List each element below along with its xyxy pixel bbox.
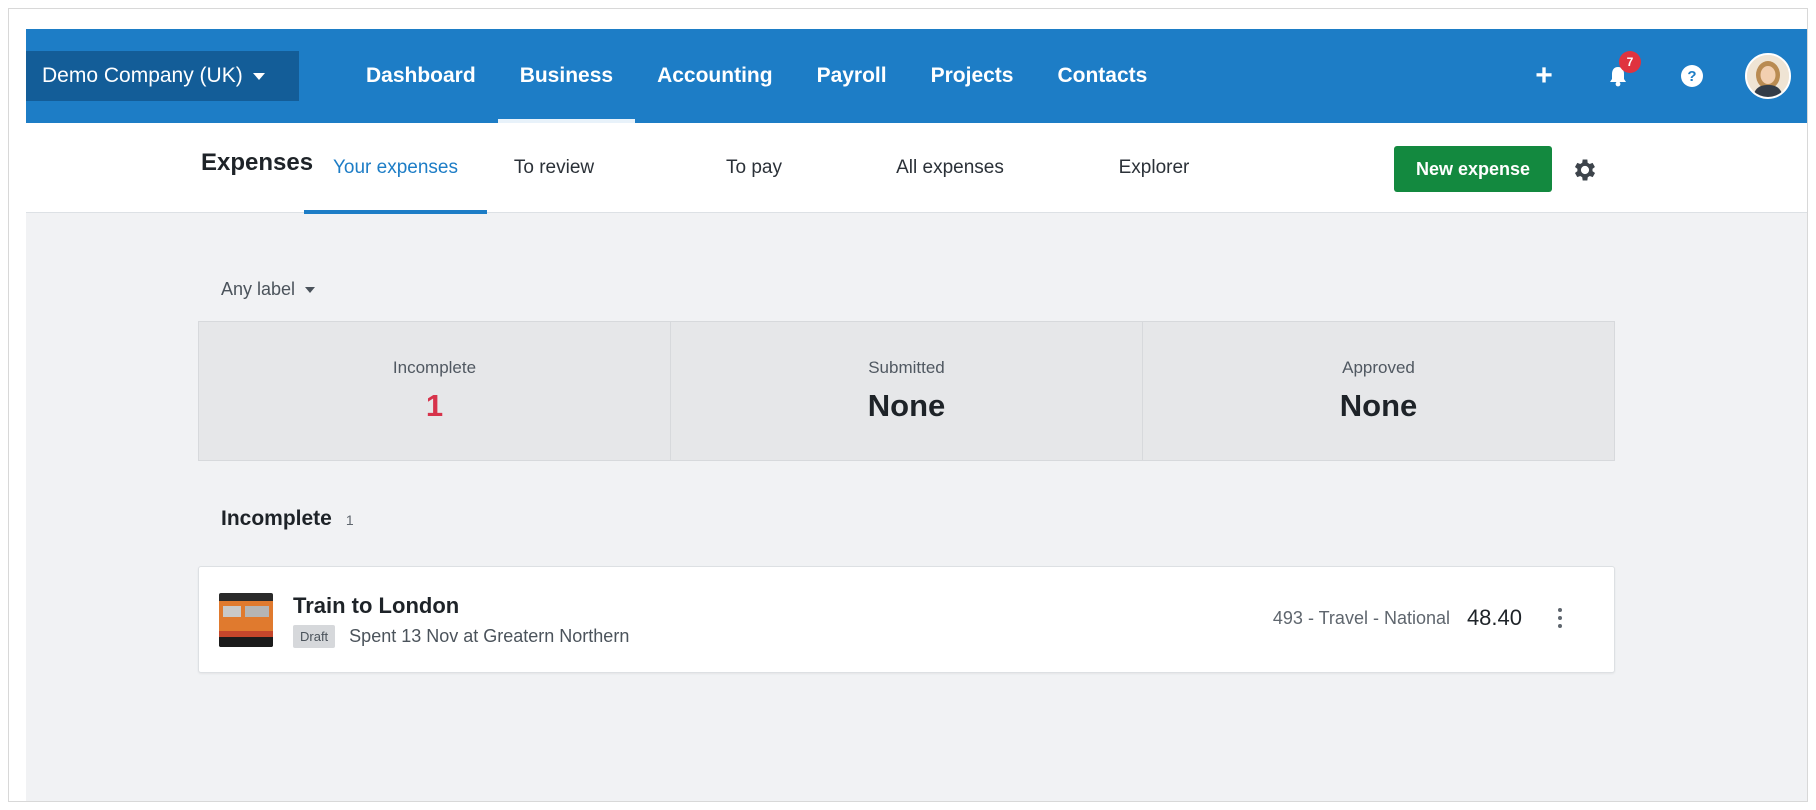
label-filter[interactable]: Any label: [221, 279, 316, 300]
org-switcher[interactable]: Demo Company (UK): [26, 51, 299, 101]
help-button[interactable]: ?: [1667, 51, 1717, 101]
add-button[interactable]: +: [1519, 51, 1569, 101]
notifications-button[interactable]: 7: [1593, 51, 1643, 101]
kebab-dot: [1558, 616, 1562, 620]
kebab-dot: [1558, 608, 1562, 612]
section-title: Incomplete: [221, 507, 332, 530]
window-frame: Demo Company (UK) Dashboard Business Acc…: [8, 8, 1808, 802]
gear-icon[interactable]: [1571, 156, 1599, 184]
nav-projects[interactable]: Projects: [909, 29, 1036, 123]
avatar-image: [1747, 55, 1789, 97]
expense-amount: 48.40: [1466, 605, 1522, 630]
receipt-thumbnail: [219, 593, 273, 647]
kebab-dot: [1558, 624, 1562, 628]
summary-value: 1: [425, 388, 444, 423]
tab-explorer[interactable]: Explorer: [1094, 123, 1214, 213]
tab-all-expenses[interactable]: All expenses: [880, 123, 1020, 213]
summary-label: Incomplete: [392, 358, 477, 377]
summary-label: Approved: [1342, 358, 1415, 377]
help-icon: ?: [1681, 65, 1703, 87]
nav-business[interactable]: Business: [497, 29, 636, 123]
section-count: 1: [345, 512, 354, 528]
nav-accounting[interactable]: Accounting: [635, 29, 795, 123]
summary-value: None: [1339, 388, 1418, 423]
summary-submitted[interactable]: Submitted None: [671, 322, 1143, 460]
summary-approved[interactable]: Approved None: [1143, 322, 1614, 460]
label-filter-text: Any label: [221, 279, 296, 299]
top-nav: Demo Company (UK) Dashboard Business Acc…: [26, 29, 1807, 123]
new-expense-button[interactable]: New expense: [1394, 146, 1552, 192]
tab-to-pay[interactable]: To pay: [694, 123, 814, 213]
nav-payroll[interactable]: Payroll: [795, 29, 909, 123]
status-badge: Draft: [293, 625, 336, 648]
summary-value: None: [867, 388, 946, 423]
expense-account: 493 - Travel - National: [1272, 608, 1450, 628]
user-avatar[interactable]: [1745, 53, 1791, 99]
train-image: [219, 593, 273, 647]
nav-actions: + 7 ?: [1495, 29, 1807, 123]
nav-dashboard[interactable]: Dashboard: [344, 29, 498, 123]
expense-meta: Draft Spent 13 Nov at Greatern Northern: [293, 625, 629, 648]
expense-title: Train to London: [293, 593, 460, 618]
status-summary: Incomplete 1 Submitted None Approved Non…: [198, 321, 1615, 461]
notification-badge: 7: [1619, 51, 1641, 73]
chevron-down-icon: [252, 72, 265, 80]
chevron-down-icon: [305, 286, 316, 293]
tab-to-review[interactable]: To review: [494, 123, 614, 213]
more-options-icon[interactable]: [1550, 603, 1570, 633]
app: Demo Company (UK) Dashboard Business Acc…: [26, 29, 1807, 801]
summary-label: Submitted: [868, 358, 945, 377]
tab-your-expenses[interactable]: Your expenses: [304, 123, 487, 214]
expense-row[interactable]: Train to London Draft Spent 13 Nov at Gr…: [198, 566, 1615, 673]
main-nav: Dashboard Business Accounting Payroll Pr…: [344, 29, 1169, 123]
org-name: Demo Company (UK): [42, 64, 243, 87]
nav-contacts[interactable]: Contacts: [1035, 29, 1169, 123]
expense-spent: Spent 13 Nov at Greatern Northern: [349, 626, 630, 646]
page-title: Expenses: [201, 149, 314, 176]
summary-incomplete[interactable]: Incomplete 1: [199, 322, 671, 460]
sub-nav: Expenses Your expenses To review To pay …: [26, 123, 1807, 214]
plus-icon: +: [1535, 59, 1553, 92]
section-heading: Incomplete 1: [221, 507, 354, 531]
